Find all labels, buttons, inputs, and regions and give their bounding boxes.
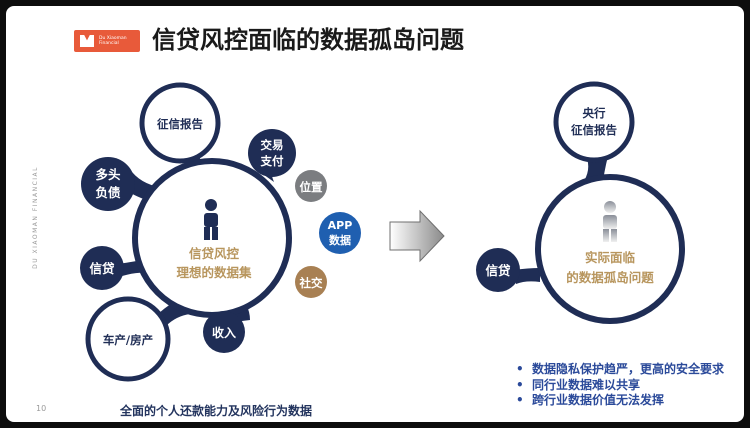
multi-debt-node bbox=[81, 157, 135, 211]
bullet-text: 跨行业数据价值无法发挥 bbox=[532, 393, 665, 407]
central-bank-line1: 央行 bbox=[583, 106, 606, 120]
central-bank-node bbox=[553, 81, 635, 163]
credit-report-label: 征信报告 bbox=[157, 117, 203, 131]
bullet-text: 同行业数据难以共享 bbox=[532, 377, 641, 392]
app-line2: 数据 bbox=[329, 233, 351, 247]
loan-label-right: 信贷 bbox=[485, 263, 511, 278]
central-bank-line2: 征信报告 bbox=[571, 123, 617, 137]
bullet-list: • 数据隐私保护趋严，更高的安全要求 • 同行业数据难以共享 • 跨行业数据价值无法发… bbox=[516, 362, 724, 409]
app-line1: APP bbox=[328, 219, 353, 232]
social-label: 社交 bbox=[299, 276, 323, 290]
transaction-line1: 交易 bbox=[261, 138, 284, 152]
left-center-line2: 理想的数据集 bbox=[176, 265, 252, 280]
transaction-line2: 支付 bbox=[260, 154, 284, 168]
right-center-line1: 实际面临 bbox=[585, 250, 636, 265]
bullet-text: 数据隐私保护趋严，更高的安全要求 bbox=[532, 362, 725, 376]
multi-debt-line1: 多头 bbox=[95, 167, 121, 182]
bullet-dot-icon: • bbox=[516, 393, 524, 407]
income-label: 收入 bbox=[212, 325, 236, 340]
bullet-item: • 数据隐私保护趋严，更高的安全要求 bbox=[516, 362, 724, 378]
right-center-line2: 的数据孤岛问题 bbox=[566, 270, 654, 285]
bullet-item: • 同行业数据难以共享 bbox=[516, 378, 724, 394]
right-center-circle bbox=[535, 174, 685, 324]
left-caption: 全面的个人还款能力及风险行为数据 bbox=[120, 404, 313, 418]
bullet-dot-icon: • bbox=[516, 362, 524, 376]
transaction-node bbox=[248, 129, 296, 177]
location-label: 位置 bbox=[300, 180, 323, 194]
car-house-label: 车产/房产 bbox=[103, 333, 153, 347]
multi-debt-line2: 负债 bbox=[95, 185, 121, 200]
slide: Du Xiaoman Financial 信贷风控面临的数据孤岛问题 DU XI… bbox=[6, 6, 744, 422]
left-center-line1: 信贷风控 bbox=[189, 246, 240, 261]
bullet-dot-icon: • bbox=[516, 377, 524, 392]
diagram: 信贷风控 理想的数据集 征信报告 交易 支付 多头 负债 信贷 车产/房产 收入… bbox=[80, 81, 685, 382]
bullet-item: • 跨行业数据价值无法发挥 bbox=[516, 393, 724, 409]
arrow-right-icon bbox=[389, 209, 445, 263]
loan-label-left: 信贷 bbox=[89, 261, 115, 276]
